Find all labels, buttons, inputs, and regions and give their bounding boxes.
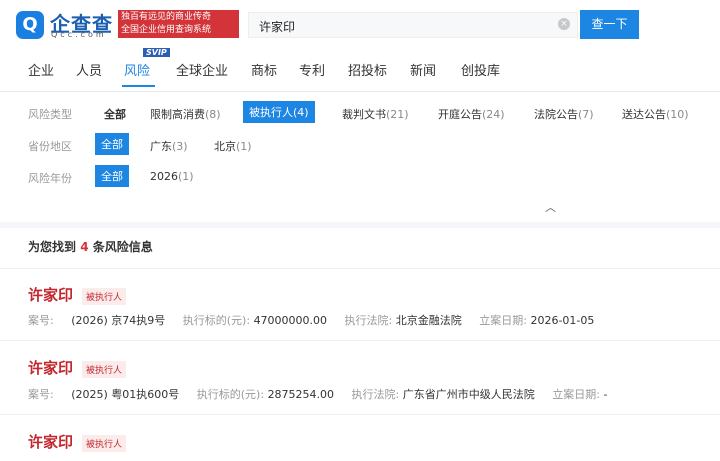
- result-count-text: 为您找到 4 条风险信息: [28, 238, 153, 255]
- count-prefix: 为您找到: [28, 240, 77, 254]
- region-beijing[interactable]: 北京(1): [214, 138, 252, 154]
- clear-icon[interactable]: ×: [558, 18, 570, 30]
- divider: [0, 340, 720, 341]
- result-tag: 被执行人: [82, 435, 127, 452]
- tab-trademark[interactable]: 商标: [251, 60, 277, 79]
- result-details: 案号: (2026) 京74执9号 执行标的(元): 47000000.00 执…: [28, 312, 594, 328]
- amount: 47000000.00: [253, 314, 328, 327]
- option-count: (1): [178, 170, 194, 183]
- tab-global-company[interactable]: 全球企业: [176, 60, 228, 79]
- type-judgment[interactable]: 裁判文书(21): [342, 106, 409, 122]
- date-label: 立案日期:: [479, 314, 527, 327]
- option-count: (21): [386, 108, 409, 121]
- count-number: 4: [80, 240, 89, 254]
- risk-type-label: 风险类型: [28, 108, 72, 121]
- year-2026[interactable]: 2026(1): [150, 170, 194, 183]
- case-label: 案号:: [28, 388, 54, 401]
- tab-patent[interactable]: 专利: [299, 60, 325, 79]
- type-restrict-consumption[interactable]: 限制高消费(8): [150, 106, 221, 122]
- option-count: (24): [482, 108, 505, 121]
- option-label: 2026: [150, 170, 178, 183]
- option-label: 北京: [214, 140, 236, 153]
- case-number: (2026) 京74执9号: [71, 314, 166, 327]
- court: 广东省广州市中级人民法院: [402, 388, 535, 401]
- search-input[interactable]: 许家印: [248, 12, 578, 38]
- type-service-notice[interactable]: 送达公告(10): [622, 106, 689, 122]
- tab-venture[interactable]: 创投库: [461, 60, 500, 79]
- amount-label: 执行标的(元):: [182, 314, 251, 327]
- option-count: (4): [293, 106, 309, 119]
- result-tag: 被执行人: [82, 361, 127, 378]
- active-tab-indicator: [122, 85, 155, 87]
- tab-news[interactable]: 新闻: [410, 60, 436, 79]
- type-executed-person[interactable]: 被执行人(4): [243, 101, 315, 123]
- svip-badge: SVIP: [143, 48, 170, 57]
- result-name[interactable]: 许家印: [28, 431, 73, 452]
- option-label: 开庭公告: [438, 108, 482, 121]
- option-count: (8): [205, 108, 221, 121]
- divider: [0, 414, 720, 415]
- court-label: 执行法院:: [351, 388, 400, 401]
- search-button[interactable]: 查一下: [580, 10, 639, 39]
- result-name[interactable]: 许家印: [28, 284, 73, 305]
- region-label: 省份地区: [28, 140, 72, 153]
- collapse-chevron-up-icon[interactable]: ︿: [545, 199, 556, 215]
- result-details: 案号: (2025) 粤01执600号 执行标的(元): 2875254.00 …: [28, 386, 607, 402]
- count-suffix: 条风险信息: [92, 240, 153, 254]
- option-count: (3): [172, 140, 188, 153]
- case-label: 案号:: [28, 314, 54, 327]
- option-label: 广东: [150, 140, 172, 153]
- option-label: 送达公告: [622, 108, 666, 121]
- year-label: 风险年份: [28, 172, 72, 185]
- tab-risk[interactable]: 风险: [124, 60, 150, 79]
- date: -: [603, 388, 608, 401]
- region-guangdong[interactable]: 广东(3): [150, 138, 188, 154]
- slogan-banner: 独百有远见的商业传奇 全国企业信用查询系统: [118, 10, 239, 38]
- qcc-logo-icon[interactable]: Q: [16, 11, 44, 39]
- case-number: (2025) 粤01执600号: [71, 388, 180, 401]
- option-count: (1): [236, 140, 252, 153]
- result-tag: 被执行人: [82, 288, 127, 305]
- banner-line-2: 全国企业信用查询系统: [121, 25, 212, 35]
- option-count: (10): [666, 108, 689, 121]
- year-all[interactable]: 全部: [95, 165, 129, 187]
- court: 北京金融法院: [395, 314, 462, 327]
- amount-label: 执行标的(元):: [196, 388, 265, 401]
- logo-subtext: Qcc.com: [51, 30, 107, 39]
- tab-bidding[interactable]: 招投标: [348, 60, 387, 79]
- option-label: 被执行人: [249, 106, 293, 119]
- tab-company[interactable]: 企业: [28, 60, 54, 79]
- court-label: 执行法院:: [344, 314, 393, 327]
- type-all[interactable]: 全部: [104, 106, 126, 122]
- result-panel: [0, 228, 720, 461]
- amount: 2875254.00: [267, 388, 335, 401]
- option-label: 限制高消费: [150, 108, 205, 121]
- date: 2026-01-05: [530, 314, 595, 327]
- date-label: 立案日期:: [552, 388, 600, 401]
- type-court-notice[interactable]: 法院公告(7): [534, 106, 594, 122]
- divider: [0, 268, 720, 269]
- banner-line-1: 独百有远见的商业传奇: [121, 12, 212, 22]
- region-all[interactable]: 全部: [95, 133, 129, 155]
- type-court-session[interactable]: 开庭公告(24): [438, 106, 505, 122]
- option-label: 裁判文书: [342, 108, 386, 121]
- option-label: 法院公告: [534, 108, 578, 121]
- option-count: (7): [578, 108, 594, 121]
- tab-person[interactable]: 人员: [76, 60, 102, 79]
- result-name[interactable]: 许家印: [28, 357, 73, 378]
